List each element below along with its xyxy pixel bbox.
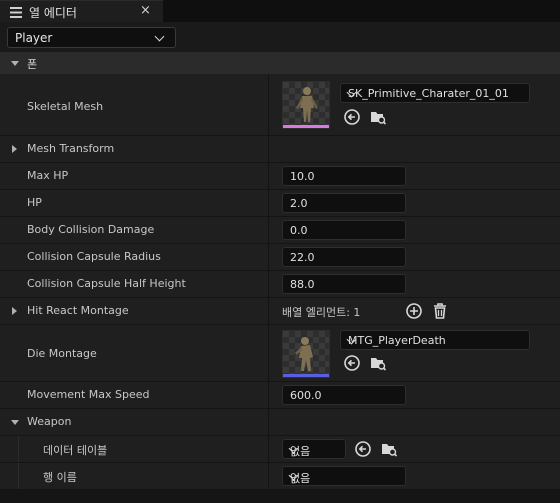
capsule-half-height-value: 88.0 (290, 278, 315, 291)
collapse-arrow-icon[interactable] (11, 420, 19, 425)
max-hp-value: 10.0 (290, 170, 315, 183)
collapse-arrow-icon (11, 61, 19, 66)
body-collision-damage-label: Body Collision Damage (27, 223, 155, 236)
chevron-down-icon (154, 31, 165, 42)
use-selected-icon[interactable] (354, 440, 372, 458)
toolbar: Player (0, 22, 560, 52)
mesh-transform-row[interactable]: Mesh Transform (0, 136, 560, 163)
max-hp-field[interactable]: 10.0 (282, 166, 406, 186)
hp-label: HP (27, 196, 42, 209)
use-selected-icon[interactable] (343, 354, 361, 372)
capsule-half-height-field[interactable]: 88.0 (282, 274, 406, 294)
movement-max-speed-label: Movement Max Speed (27, 388, 150, 401)
column-divider (268, 436, 269, 462)
asset-type-bar (283, 125, 329, 128)
category-pawn-label: 폰 (27, 58, 38, 71)
column-divider (268, 190, 269, 216)
movement-max-speed-value: 600.0 (290, 389, 322, 402)
use-selected-icon[interactable] (343, 108, 361, 126)
hp-field[interactable]: 2.0 (282, 193, 406, 213)
browse-folder-icon[interactable] (380, 440, 398, 458)
column-divider (268, 325, 269, 381)
column-divider (268, 382, 269, 408)
close-icon[interactable]: × (140, 3, 151, 18)
skeletal-mesh-row: Skeletal Mesh SK_Primitive_Charater_01_0… (0, 74, 560, 136)
array-element-count: 배열 엘리먼트: 1 (282, 306, 361, 319)
tab-bar: 열 에디터 × (0, 0, 560, 22)
grid-icon (10, 7, 22, 18)
die-montage-asset-select[interactable]: MTG_PlayerDeath (340, 330, 530, 350)
column-divider (268, 244, 269, 270)
column-divider (268, 298, 269, 324)
movement-max-speed-field[interactable]: 600.0 (282, 385, 406, 405)
data-table-row: 데이터 테이블 없음 (0, 436, 560, 463)
data-table-select[interactable]: 없음 (282, 439, 346, 459)
die-montage-thumbnail[interactable] (282, 330, 330, 378)
character-mesh-icon (296, 87, 318, 122)
hit-react-montage-row: Hit React Montage 배열 엘리먼트: 1 (0, 298, 560, 325)
capsule-half-height-label: Collision Capsule Half Height (27, 277, 186, 290)
column-divider (268, 217, 269, 243)
body-collision-damage-field[interactable]: 0.0 (282, 220, 406, 240)
capsule-radius-value: 22.0 (290, 251, 315, 264)
body-collision-damage-value: 0.0 (290, 224, 308, 237)
row-name-label: 행 이름 (43, 471, 77, 484)
asset-type-bar (283, 374, 329, 377)
max-hp-row: Max HP 10.0 (0, 163, 560, 190)
skeletal-mesh-asset-name: SK_Primitive_Charater_01_01 (348, 87, 509, 100)
capsule-radius-label: Collision Capsule Radius (27, 250, 161, 263)
skeletal-mesh-thumbnail[interactable] (282, 81, 330, 129)
skeletal-mesh-label: Skeletal Mesh (27, 100, 104, 113)
column-divider (268, 463, 269, 489)
capsule-radius-field[interactable]: 22.0 (282, 247, 406, 267)
trash-icon[interactable] (431, 302, 449, 320)
column-divider (268, 409, 269, 435)
category-pawn-header[interactable]: 폰 (0, 52, 560, 74)
column-divider (268, 271, 269, 297)
column-divider (268, 163, 269, 189)
indent-guide (18, 436, 19, 462)
expand-arrow-icon[interactable] (12, 145, 17, 153)
browse-folder-icon[interactable] (369, 354, 387, 372)
die-montage-label: Die Montage (27, 347, 97, 360)
skeletal-mesh-asset-select[interactable]: SK_Primitive_Charater_01_01 (340, 83, 530, 103)
browse-folder-icon[interactable] (369, 108, 387, 126)
die-montage-asset-name: MTG_PlayerDeath (348, 334, 446, 347)
animation-montage-icon (295, 337, 313, 371)
mesh-transform-label: Mesh Transform (27, 142, 115, 155)
actor-select-value: Player (15, 31, 53, 45)
weapon-row[interactable]: Weapon (0, 409, 560, 436)
column-divider (268, 74, 269, 135)
hp-row: HP 2.0 (0, 190, 560, 217)
hit-react-montage-label: Hit React Montage (27, 304, 129, 317)
movement-max-speed-row: Movement Max Speed 600.0 (0, 382, 560, 409)
body-collision-damage-row: Body Collision Damage 0.0 (0, 217, 560, 244)
die-montage-row: Die Montage MTG_PlayerDeath (0, 325, 560, 382)
expand-arrow-icon[interactable] (12, 307, 17, 315)
tab-details[interactable]: 열 에디터 × (0, 0, 163, 22)
max-hp-label: Max HP (27, 169, 69, 182)
weapon-label: Weapon (27, 415, 72, 428)
hp-value: 2.0 (290, 197, 308, 210)
row-name-row: 행 이름 없음 (0, 463, 560, 490)
column-divider (268, 136, 269, 162)
capsule-radius-row: Collision Capsule Radius 22.0 (0, 244, 560, 271)
actor-select[interactable]: Player (7, 27, 176, 48)
data-table-label: 데이터 테이블 (43, 444, 108, 457)
add-element-icon[interactable] (405, 302, 423, 320)
row-name-select[interactable]: 없음 (282, 466, 406, 486)
indent-guide (18, 463, 19, 489)
capsule-half-height-row: Collision Capsule Half Height 88.0 (0, 271, 560, 298)
tab-title: 열 에디터 (29, 6, 77, 20)
